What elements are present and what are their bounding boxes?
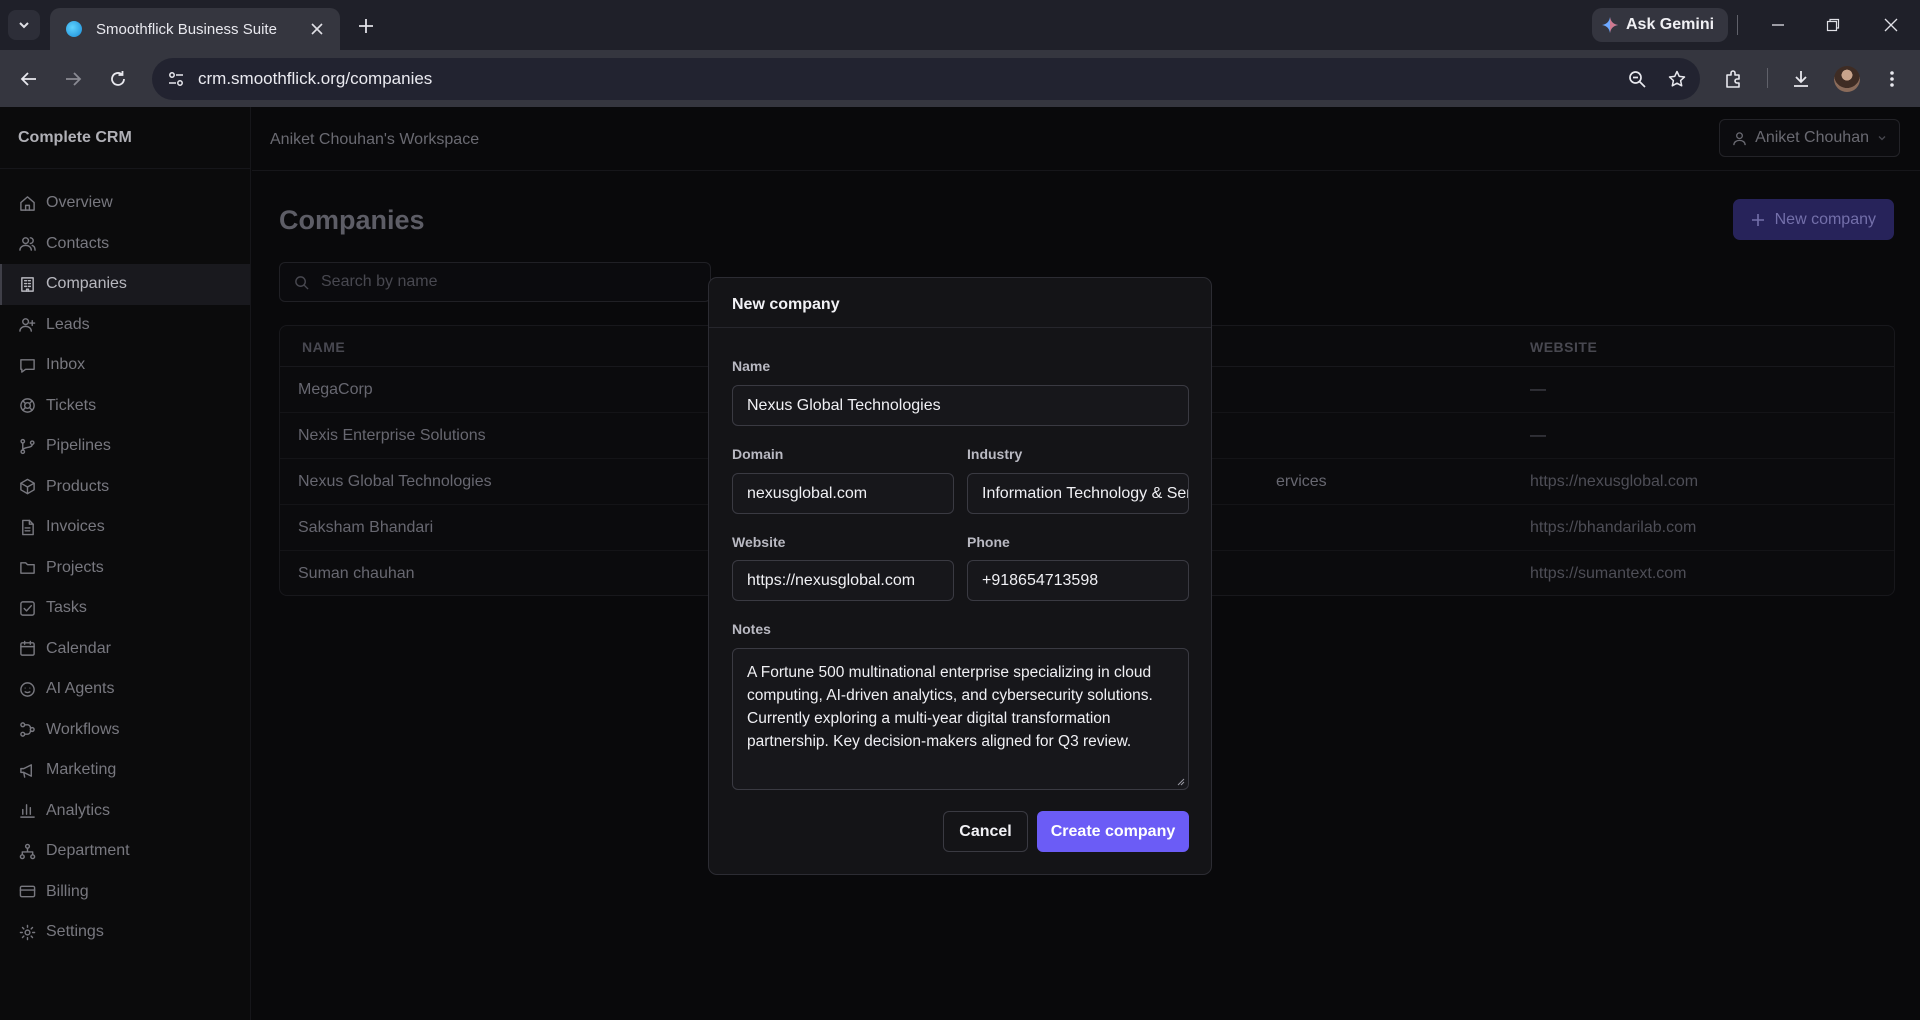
industry-label: Industry bbox=[967, 446, 1023, 462]
resize-handle-icon[interactable] bbox=[1177, 778, 1185, 786]
browser-tab-strip: Smoothflick Business Suite Ask Gemini bbox=[0, 0, 1920, 50]
industry-field[interactable]: Information Technology & Services bbox=[967, 473, 1189, 514]
chrome-menu-button[interactable] bbox=[1877, 64, 1907, 94]
dialog-title: New company bbox=[732, 296, 840, 313]
minimize-button[interactable] bbox=[1763, 10, 1793, 40]
divider bbox=[709, 327, 1211, 328]
create-company-button[interactable]: Create company bbox=[1037, 811, 1189, 852]
plus-icon bbox=[359, 19, 373, 33]
ask-gemini-button[interactable]: Ask Gemini bbox=[1592, 8, 1729, 42]
gemini-icon bbox=[1602, 17, 1618, 33]
ask-gemini-label: Ask Gemini bbox=[1626, 16, 1715, 33]
minimize-icon bbox=[1772, 24, 1784, 26]
cancel-button[interactable]: Cancel bbox=[943, 811, 1028, 852]
address-bar[interactable]: crm.smoothflick.org/companies bbox=[152, 58, 1700, 100]
browser-toolbar: crm.smoothflick.org/companies bbox=[0, 50, 1920, 107]
downloads-button[interactable] bbox=[1786, 64, 1816, 94]
restore-button[interactable] bbox=[1818, 10, 1848, 40]
favicon-icon bbox=[66, 21, 82, 37]
bookmark-button[interactable] bbox=[1660, 64, 1694, 94]
tune-icon bbox=[169, 72, 183, 86]
phone-field[interactable]: +918654713598 bbox=[967, 560, 1189, 601]
tab-search-button[interactable] bbox=[8, 10, 40, 40]
back-button[interactable] bbox=[14, 64, 44, 94]
new-company-dialog: New company Name Nexus Global Technologi… bbox=[708, 277, 1212, 875]
close-window-button[interactable] bbox=[1876, 10, 1906, 40]
arrow-left-icon bbox=[20, 72, 36, 86]
url-text[interactable]: crm.smoothflick.org/companies bbox=[198, 69, 1620, 89]
reload-icon bbox=[111, 71, 125, 86]
notes-text: A Fortune 500 multinational enterprise s… bbox=[747, 664, 1153, 750]
divider bbox=[1767, 68, 1768, 88]
restore-icon bbox=[1826, 18, 1840, 32]
phone-label: Phone bbox=[967, 534, 1010, 550]
website-label: Website bbox=[732, 534, 786, 550]
download-icon bbox=[1794, 71, 1808, 87]
tab-close-button[interactable] bbox=[306, 18, 328, 40]
name-field[interactable]: Nexus Global Technologies bbox=[732, 385, 1189, 426]
forward-button[interactable] bbox=[58, 64, 88, 94]
zoom-out-icon bbox=[1629, 71, 1646, 88]
close-icon bbox=[1884, 18, 1898, 32]
domain-field[interactable]: nexusglobal.com bbox=[732, 473, 954, 514]
notes-label: Notes bbox=[732, 621, 771, 637]
profile-avatar[interactable] bbox=[1834, 66, 1860, 92]
new-tab-button[interactable] bbox=[352, 12, 380, 40]
reload-button[interactable] bbox=[103, 64, 133, 94]
arrow-right-icon bbox=[66, 72, 82, 86]
name-label: Name bbox=[732, 358, 771, 374]
domain-label: Domain bbox=[732, 446, 784, 462]
chevron-down-icon bbox=[19, 22, 29, 29]
puzzle-icon bbox=[1726, 70, 1740, 88]
zoom-button[interactable] bbox=[1620, 64, 1654, 94]
tab-title: Smoothflick Business Suite bbox=[96, 20, 277, 38]
browser-tab[interactable]: Smoothflick Business Suite bbox=[50, 8, 340, 50]
star-icon bbox=[1668, 70, 1686, 87]
site-info-button[interactable] bbox=[158, 64, 194, 94]
extensions-button[interactable] bbox=[1719, 64, 1749, 94]
more-vertical-icon bbox=[1890, 71, 1894, 87]
close-icon bbox=[311, 23, 323, 35]
notes-textarea[interactable]: A Fortune 500 multinational enterprise s… bbox=[732, 648, 1189, 790]
website-field[interactable]: https://nexusglobal.com bbox=[732, 560, 954, 601]
divider bbox=[1737, 15, 1738, 35]
